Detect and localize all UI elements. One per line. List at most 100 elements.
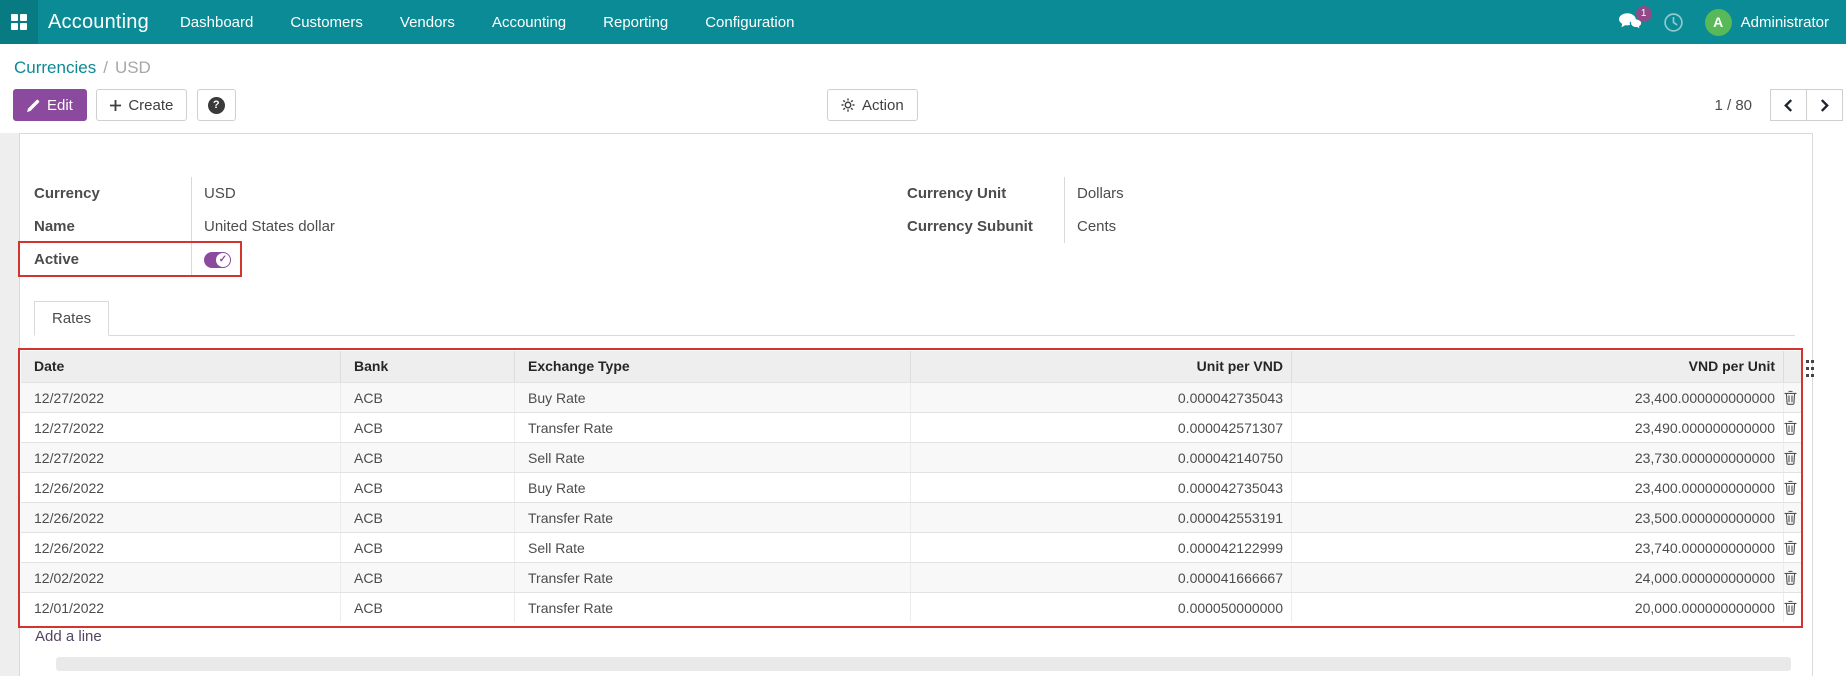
trash-icon (1784, 510, 1797, 525)
delete-row-button[interactable] (1783, 593, 1801, 622)
delete-row-button[interactable] (1783, 533, 1801, 562)
nav-item-customers[interactable]: Customers (290, 14, 363, 31)
rate-row[interactable]: 12/26/2022 ACB Sell Rate 0.000042122999 … (21, 532, 1801, 562)
pager-next-button[interactable] (1806, 89, 1843, 121)
delete-row-button[interactable] (1783, 443, 1801, 472)
currency-subunit-field-value: Cents (1064, 210, 1467, 243)
rate-unit-per-vnd-cell[interactable]: 0.000042122999 (910, 533, 1291, 562)
rate-exchange-type-cell[interactable]: Buy Rate (514, 383, 910, 412)
left-margin-strip (0, 133, 19, 676)
column-header-exchange-type[interactable]: Exchange Type (514, 351, 910, 382)
name-field-label: Name (34, 218, 191, 235)
optional-columns-button[interactable] (1804, 358, 1816, 379)
rate-exchange-type-cell[interactable]: Transfer Rate (514, 593, 910, 622)
apps-menu-button[interactable] (0, 0, 38, 44)
delete-row-button[interactable] (1783, 413, 1801, 442)
trash-icon (1784, 480, 1797, 495)
rate-exchange-type-cell[interactable]: Transfer Rate (514, 413, 910, 442)
tab-rates[interactable]: Rates (34, 301, 109, 336)
action-button[interactable]: Action (827, 89, 918, 121)
rate-vnd-per-unit-cell[interactable]: 23,740.000000000000 (1291, 533, 1783, 562)
messages-button[interactable]: 1 (1619, 13, 1642, 32)
rate-row[interactable]: 12/26/2022 ACB Buy Rate 0.000042735043 2… (21, 472, 1801, 502)
nav-item-reporting[interactable]: Reporting (603, 14, 668, 31)
user-menu[interactable]: A Administrator (1705, 9, 1829, 36)
pager-previous-button[interactable] (1770, 89, 1807, 121)
currency-form-sheet: Currency USD Name United States dollar A… (19, 133, 1813, 676)
delete-row-button[interactable] (1783, 563, 1801, 592)
rate-exchange-type-cell[interactable]: Sell Rate (514, 533, 910, 562)
rate-row[interactable]: 12/27/2022 ACB Sell Rate 0.000042140750 … (21, 442, 1801, 472)
currency-unit-field-value: Dollars (1064, 177, 1467, 210)
rate-vnd-per-unit-cell[interactable]: 20,000.000000000000 (1291, 593, 1783, 622)
rate-date-cell[interactable]: 12/27/2022 (21, 413, 340, 442)
column-header-vnd-per-unit[interactable]: VND per Unit (1291, 351, 1783, 382)
add-line-button[interactable]: Add a line (35, 628, 102, 645)
rate-bank-cell[interactable]: ACB (340, 443, 514, 472)
rate-bank-cell[interactable]: ACB (340, 533, 514, 562)
clock-icon (1663, 12, 1684, 33)
rate-unit-per-vnd-cell[interactable]: 0.000042140750 (910, 443, 1291, 472)
active-toggle[interactable]: ✓ (204, 252, 231, 268)
rate-row[interactable]: 12/01/2022 ACB Transfer Rate 0.000050000… (21, 592, 1801, 622)
rate-unit-per-vnd-cell[interactable]: 0.000050000000 (910, 593, 1291, 622)
breadcrumb-currencies-link[interactable]: Currencies (14, 58, 96, 78)
delete-row-button[interactable] (1783, 473, 1801, 502)
rate-date-cell[interactable]: 12/02/2022 (21, 563, 340, 592)
rate-date-cell[interactable]: 12/26/2022 (21, 473, 340, 502)
rate-unit-per-vnd-cell[interactable]: 0.000041666667 (910, 563, 1291, 592)
rate-bank-cell[interactable]: ACB (340, 503, 514, 532)
rate-bank-cell[interactable]: ACB (340, 473, 514, 502)
rate-date-cell[interactable]: 12/01/2022 (21, 593, 340, 622)
nav-item-vendors[interactable]: Vendors (400, 14, 455, 31)
rate-row[interactable]: 12/27/2022 ACB Buy Rate 0.000042735043 2… (21, 382, 1801, 412)
rate-exchange-type-cell[interactable]: Buy Rate (514, 473, 910, 502)
rate-bank-cell[interactable]: ACB (340, 593, 514, 622)
rate-unit-per-vnd-cell[interactable]: 0.000042735043 (910, 383, 1291, 412)
rate-date-cell[interactable]: 12/26/2022 (21, 503, 340, 532)
activities-button[interactable] (1663, 12, 1684, 33)
rate-vnd-per-unit-cell[interactable]: 23,500.000000000000 (1291, 503, 1783, 532)
rate-row[interactable]: 12/27/2022 ACB Transfer Rate 0.000042571… (21, 412, 1801, 442)
rate-exchange-type-cell[interactable]: Sell Rate (514, 443, 910, 472)
column-header-date[interactable]: Date (21, 351, 340, 382)
rate-vnd-per-unit-cell[interactable]: 23,400.000000000000 (1291, 473, 1783, 502)
nav-item-accounting[interactable]: Accounting (492, 14, 566, 31)
rate-bank-cell[interactable]: ACB (340, 383, 514, 412)
rate-exchange-type-cell[interactable]: Transfer Rate (514, 563, 910, 592)
rate-bank-cell[interactable]: ACB (340, 563, 514, 592)
nav-item-configuration[interactable]: Configuration (705, 14, 794, 31)
horizontal-scrollbar[interactable] (56, 657, 1791, 671)
help-button[interactable]: ? (197, 89, 236, 121)
rate-vnd-per-unit-cell[interactable]: 23,490.000000000000 (1291, 413, 1783, 442)
delete-row-button[interactable] (1783, 503, 1801, 532)
column-header-bank[interactable]: Bank (340, 351, 514, 382)
rate-vnd-per-unit-cell[interactable]: 23,400.000000000000 (1291, 383, 1783, 412)
trash-icon (1784, 450, 1797, 465)
rate-unit-per-vnd-cell[interactable]: 0.000042571307 (910, 413, 1291, 442)
rate-row[interactable]: 12/26/2022 ACB Transfer Rate 0.000042553… (21, 502, 1801, 532)
delete-row-button[interactable] (1783, 383, 1801, 412)
edit-button[interactable]: Edit (13, 89, 87, 121)
chevron-left-icon (1784, 99, 1793, 112)
rate-vnd-per-unit-cell[interactable]: 24,000.000000000000 (1291, 563, 1783, 592)
edit-button-label: Edit (47, 97, 73, 114)
column-header-unit-per-vnd[interactable]: Unit per VND (910, 351, 1291, 382)
rate-row[interactable]: 12/02/2022 ACB Transfer Rate 0.000041666… (21, 562, 1801, 592)
rate-bank-cell[interactable]: ACB (340, 413, 514, 442)
rate-date-cell[interactable]: 12/27/2022 (21, 383, 340, 412)
rate-date-cell[interactable]: 12/26/2022 (21, 533, 340, 562)
rate-unit-per-vnd-cell[interactable]: 0.000042553191 (910, 503, 1291, 532)
rate-unit-per-vnd-cell[interactable]: 0.000042735043 (910, 473, 1291, 502)
app-name[interactable]: Accounting (48, 11, 149, 34)
currency-unit-field-label: Currency Unit (907, 185, 1064, 202)
rate-date-cell[interactable]: 12/27/2022 (21, 443, 340, 472)
trash-icon (1784, 600, 1797, 615)
nav-item-dashboard[interactable]: Dashboard (180, 14, 253, 31)
rate-exchange-type-cell[interactable]: Transfer Rate (514, 503, 910, 532)
rates-table: DateBankExchange TypeUnit per VNDVND per… (21, 351, 1801, 622)
user-name: Administrator (1741, 14, 1829, 31)
create-button[interactable]: Create (96, 89, 187, 121)
rates-rows: 12/27/2022 ACB Buy Rate 0.000042735043 2… (21, 382, 1801, 622)
rate-vnd-per-unit-cell[interactable]: 23,730.000000000000 (1291, 443, 1783, 472)
